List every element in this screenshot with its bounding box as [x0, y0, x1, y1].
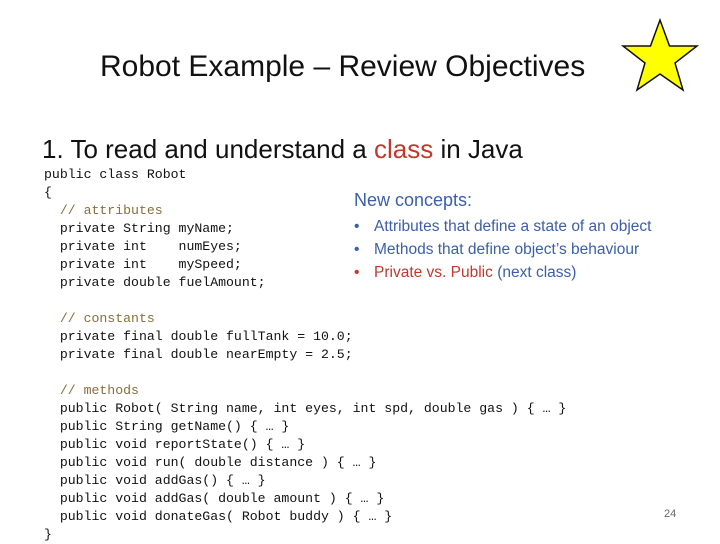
concepts-list: • Attributes that define a state of an o… [354, 215, 651, 284]
code-line: public void addGas() { … } [44, 473, 266, 488]
objective-prefix: 1. To read and understand a [42, 134, 374, 164]
page-number: 24 [664, 508, 677, 520]
bullet-icon: • [354, 264, 360, 281]
code-line: public class Robot [44, 167, 187, 182]
slide-title: Robot Example – Review Objectives [100, 50, 586, 83]
concept-text: Methods that define object’s behaviour [374, 241, 640, 258]
concept-text: Private vs. Public [374, 264, 493, 281]
objective-highlight: class [374, 134, 434, 164]
code-line: } [44, 527, 52, 542]
code-line: public void reportState() { … } [44, 437, 306, 452]
code-line: public Robot( String name, int eyes, int… [44, 401, 567, 416]
code-line: public void run( double distance ) { … } [44, 455, 377, 470]
objective-line: 1. To read and understand a class in Jav… [42, 134, 523, 165]
code-comment: // constants [44, 311, 155, 326]
objective-suffix: in Java [433, 134, 523, 164]
concept-item: • Attributes that define a state of an o… [354, 215, 651, 238]
star-icon [620, 17, 700, 92]
code-line: public void addGas( double amount ) { … … [44, 491, 385, 506]
code-line: public String getName() { … } [44, 419, 290, 434]
concept-item: • Private vs. Public (next class) [354, 261, 651, 284]
concept-extra: (next class) [492, 264, 577, 281]
concepts-heading: New concepts: [354, 190, 473, 210]
concept-text: Attributes that define a state of an obj… [374, 218, 652, 235]
concepts-box: New concepts: • Attributes that define a… [354, 190, 651, 284]
concept-item: • Methods that define object’s behaviour [354, 238, 651, 261]
code-line: private final double nearEmpty = 2.5; [44, 347, 353, 362]
code-line: public void donateGas( Robot buddy ) { …… [44, 509, 393, 524]
code-comment: // methods [44, 383, 139, 398]
bullet-icon: • [354, 218, 360, 235]
code-line: private final double fullTank = 10.0; [44, 329, 353, 344]
bullet-icon: • [354, 241, 360, 258]
